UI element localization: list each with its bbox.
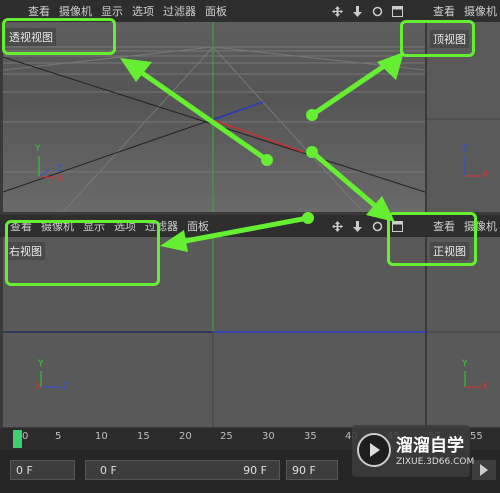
axis-x-label: X — [482, 382, 489, 392]
menu-camera[interactable]: 摄像机 — [464, 3, 497, 19]
move-icon[interactable] — [332, 220, 343, 232]
axis-z-label: Z — [462, 144, 469, 154]
down-arrow-icon[interactable] — [352, 5, 363, 17]
menu-view[interactable]: 查看 — [28, 3, 50, 19]
menu-panel[interactable]: 面板 — [187, 218, 209, 234]
watermark: 溜溜自学 ZIXUE.3D66.COM — [352, 425, 474, 477]
axis-z-label: Z — [62, 382, 69, 392]
timeline-tick: 35 — [304, 431, 317, 442]
timeline-tick: 55 — [470, 431, 483, 442]
menu-view[interactable]: 查看 — [433, 3, 455, 19]
move-icon[interactable] — [332, 5, 343, 17]
maximize-icon[interactable] — [392, 5, 403, 17]
menu-options[interactable]: 选项 — [132, 3, 154, 19]
axis-y-label: Y — [462, 359, 468, 369]
menu-filter[interactable]: 过滤器 — [163, 3, 196, 19]
play-forward-button[interactable] — [472, 460, 496, 480]
timeline-tick: 5 — [55, 431, 62, 442]
down-arrow-icon[interactable] — [352, 220, 363, 232]
range-end-value: 90 F — [243, 464, 267, 477]
axis-y-label: Y — [35, 144, 41, 154]
axis-x-label: X — [57, 174, 64, 184]
highlight-front-label — [387, 212, 477, 266]
rotate-icon[interactable] — [372, 221, 383, 232]
timeline-tick: 25 — [220, 431, 233, 442]
axis-y-label: Y — [38, 359, 44, 369]
watermark-brand: 溜溜自学 — [396, 436, 464, 456]
highlight-perspective-label — [2, 18, 116, 55]
watermark-logo — [357, 433, 391, 467]
top-axis-gizmo: Z X — [455, 142, 495, 187]
top-menu-bar: 查看 摄像机 — [427, 0, 500, 22]
axis-z-label: Z — [56, 164, 63, 174]
timeline-tick: 15 — [137, 431, 150, 442]
playhead[interactable] — [13, 430, 22, 448]
start-frame-field[interactable]: 0 F — [10, 460, 75, 480]
rotate-icon[interactable] — [372, 6, 383, 17]
timeline-tick: 10 — [95, 431, 108, 442]
menu-display[interactable]: 显示 — [101, 3, 123, 19]
front-axis-gizmo: Y X — [455, 357, 495, 402]
timeline-tick: 0 — [22, 431, 29, 442]
timeline-tick: 30 — [262, 431, 275, 442]
highlight-top-label — [400, 20, 475, 57]
axis-x-label: X — [482, 170, 489, 180]
axis-x-label: X — [35, 382, 42, 392]
timeline-tick: 20 — [179, 431, 192, 442]
menu-panel[interactable]: 面板 — [205, 3, 227, 19]
end-frame-field[interactable]: 90 F — [286, 460, 338, 480]
range-start-value: 0 F — [100, 464, 117, 477]
menu-camera[interactable]: 摄像机 — [59, 3, 92, 19]
range-slider[interactable]: 0 F 90 F — [85, 460, 280, 480]
right-axis-gizmo: Y X Z — [31, 357, 76, 402]
highlight-right-label — [5, 220, 160, 286]
perspective-axis-gizmo: Y Z X — [33, 142, 73, 187]
watermark-url: ZIXUE.3D66.COM — [396, 457, 475, 467]
